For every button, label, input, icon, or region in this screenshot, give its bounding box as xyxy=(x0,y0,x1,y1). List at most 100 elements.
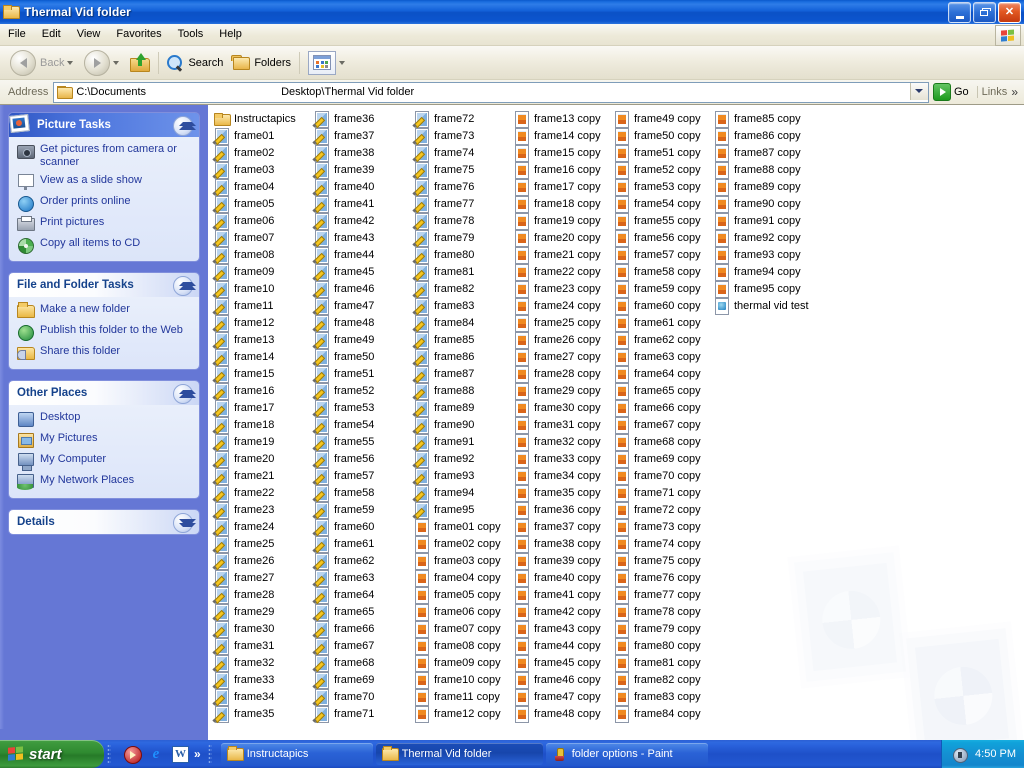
file-item[interactable]: frame22 xyxy=(210,484,310,502)
file-item[interactable]: frame81 copy xyxy=(610,654,710,672)
file-item[interactable]: frame04 xyxy=(210,178,310,196)
file-item[interactable]: frame78 xyxy=(410,212,510,230)
file-item[interactable]: frame76 xyxy=(410,178,510,196)
file-item[interactable]: frame30 xyxy=(210,620,310,638)
collapse-button[interactable] xyxy=(173,276,196,296)
file-item[interactable]: frame16 copy xyxy=(510,161,610,179)
file-item[interactable]: frame44 copy xyxy=(510,637,610,655)
file-item[interactable]: frame62 xyxy=(310,552,410,570)
file-item[interactable]: frame90 xyxy=(410,416,510,434)
file-item[interactable]: frame37 copy xyxy=(510,518,610,536)
file-item[interactable]: frame19 copy xyxy=(510,212,610,230)
file-item[interactable]: frame58 copy xyxy=(610,263,710,281)
file-item[interactable]: frame27 xyxy=(210,569,310,587)
file-item[interactable]: frame46 copy xyxy=(510,671,610,689)
file-item[interactable]: frame54 xyxy=(310,416,410,434)
file-item[interactable]: frame83 xyxy=(410,297,510,315)
file-item[interactable]: frame48 copy xyxy=(510,705,610,723)
file-item[interactable]: frame23 copy xyxy=(510,280,610,298)
file-item[interactable]: frame24 xyxy=(210,518,310,536)
panel-header-other-places[interactable]: Other Places xyxy=(9,381,199,405)
task-get-pictures[interactable]: Get pictures from camera or scanner xyxy=(17,143,191,169)
file-item[interactable]: frame09 copy xyxy=(410,654,510,672)
file-item[interactable]: frame17 copy xyxy=(510,178,610,196)
file-item[interactable]: frame64 copy xyxy=(610,365,710,383)
file-item[interactable]: frame77 copy xyxy=(610,586,710,604)
taskbar-button-thermal-vid-folder[interactable]: Thermal Vid folder xyxy=(375,743,543,765)
file-item[interactable]: frame01 xyxy=(210,127,310,145)
file-item[interactable]: frame12 copy xyxy=(410,705,510,723)
volume-icon[interactable] xyxy=(952,747,969,763)
file-item[interactable]: frame26 copy xyxy=(510,331,610,349)
file-item[interactable]: frame11 xyxy=(210,297,310,315)
chevron-right-double-icon[interactable]: » xyxy=(1011,85,1022,99)
file-item[interactable]: frame57 xyxy=(310,467,410,485)
file-item[interactable]: frame33 xyxy=(210,671,310,689)
file-item[interactable]: frame60 xyxy=(310,518,410,536)
quicklaunch-overflow[interactable]: » xyxy=(194,747,201,761)
tasks-grip[interactable] xyxy=(207,744,212,764)
file-item[interactable]: frame31 copy xyxy=(510,416,610,434)
links-label[interactable]: Links xyxy=(976,86,1012,98)
file-item[interactable]: frame74 copy xyxy=(610,535,710,553)
file-item[interactable]: frame03 xyxy=(210,161,310,179)
file-item[interactable]: frame15 xyxy=(210,365,310,383)
task-print-pictures[interactable]: Print pictures xyxy=(17,216,191,232)
file-item[interactable]: frame46 xyxy=(310,280,410,298)
file-item[interactable]: frame73 copy xyxy=(610,518,710,536)
file-item[interactable]: frame51 copy xyxy=(610,144,710,162)
file-item[interactable]: frame08 copy xyxy=(410,637,510,655)
file-item[interactable]: frame19 xyxy=(210,433,310,451)
up-button[interactable] xyxy=(126,50,154,76)
place-my-pictures[interactable]: My Pictures xyxy=(17,432,191,448)
file-item[interactable]: frame40 copy xyxy=(510,569,610,587)
collapse-button[interactable] xyxy=(173,384,196,404)
file-item[interactable]: frame21 copy xyxy=(510,246,610,264)
file-item[interactable]: frame12 xyxy=(210,314,310,332)
file-item[interactable]: frame35 xyxy=(210,705,310,723)
file-item[interactable]: frame36 xyxy=(310,110,410,128)
file-item[interactable]: frame23 xyxy=(210,501,310,519)
file-item[interactable]: frame52 copy xyxy=(610,161,710,179)
file-item[interactable]: frame59 copy xyxy=(610,280,710,298)
file-item[interactable]: frame50 copy xyxy=(610,127,710,145)
file-item[interactable]: frame51 xyxy=(310,365,410,383)
file-item[interactable]: frame05 xyxy=(210,195,310,213)
file-item[interactable]: frame45 copy xyxy=(510,654,610,672)
address-input[interactable]: C:\Documents Desktop\Thermal Vid folder xyxy=(53,81,929,103)
file-item[interactable]: frame18 xyxy=(210,416,310,434)
file-item[interactable]: frame07 copy xyxy=(410,620,510,638)
folders-button[interactable]: Folders xyxy=(227,50,295,76)
chevron-down-icon[interactable] xyxy=(339,60,346,65)
file-item[interactable]: frame21 xyxy=(210,467,310,485)
file-item[interactable]: frame34 copy xyxy=(510,467,610,485)
task-order-prints[interactable]: Order prints online xyxy=(17,195,191,212)
file-item[interactable]: frame25 xyxy=(210,535,310,553)
file-item[interactable]: frame71 copy xyxy=(610,484,710,502)
file-item[interactable]: frame88 xyxy=(410,382,510,400)
file-item[interactable]: frame52 xyxy=(310,382,410,400)
menu-view[interactable]: View xyxy=(69,26,109,43)
file-item[interactable]: frame30 copy xyxy=(510,399,610,417)
file-item[interactable]: frame05 copy xyxy=(410,586,510,604)
file-item[interactable]: frame47 copy xyxy=(510,688,610,706)
file-item[interactable]: frame87 xyxy=(410,365,510,383)
file-item[interactable]: frame06 copy xyxy=(410,603,510,621)
views-button[interactable] xyxy=(304,50,352,76)
file-item[interactable]: frame01 copy xyxy=(410,518,510,536)
task-copy-to-cd[interactable]: Copy all items to CD xyxy=(17,237,191,254)
task-publish-web[interactable]: Publish this folder to the Web xyxy=(17,324,191,341)
panel-header-picture-tasks[interactable]: Picture Tasks xyxy=(9,113,199,137)
file-item[interactable]: frame57 copy xyxy=(610,246,710,264)
file-item[interactable]: frame13 xyxy=(210,331,310,349)
file-item[interactable]: frame92 xyxy=(410,450,510,468)
file-item[interactable]: frame60 copy xyxy=(610,297,710,315)
chevron-down-icon[interactable] xyxy=(113,60,120,65)
file-item[interactable]: frame31 xyxy=(210,637,310,655)
file-item[interactable]: frame56 copy xyxy=(610,229,710,247)
place-my-computer[interactable]: My Computer xyxy=(17,453,191,471)
file-item[interactable]: frame49 xyxy=(310,331,410,349)
task-slide-show[interactable]: View as a slide show xyxy=(17,174,191,190)
menu-favorites[interactable]: Favorites xyxy=(108,26,169,43)
file-item[interactable]: frame07 xyxy=(210,229,310,247)
